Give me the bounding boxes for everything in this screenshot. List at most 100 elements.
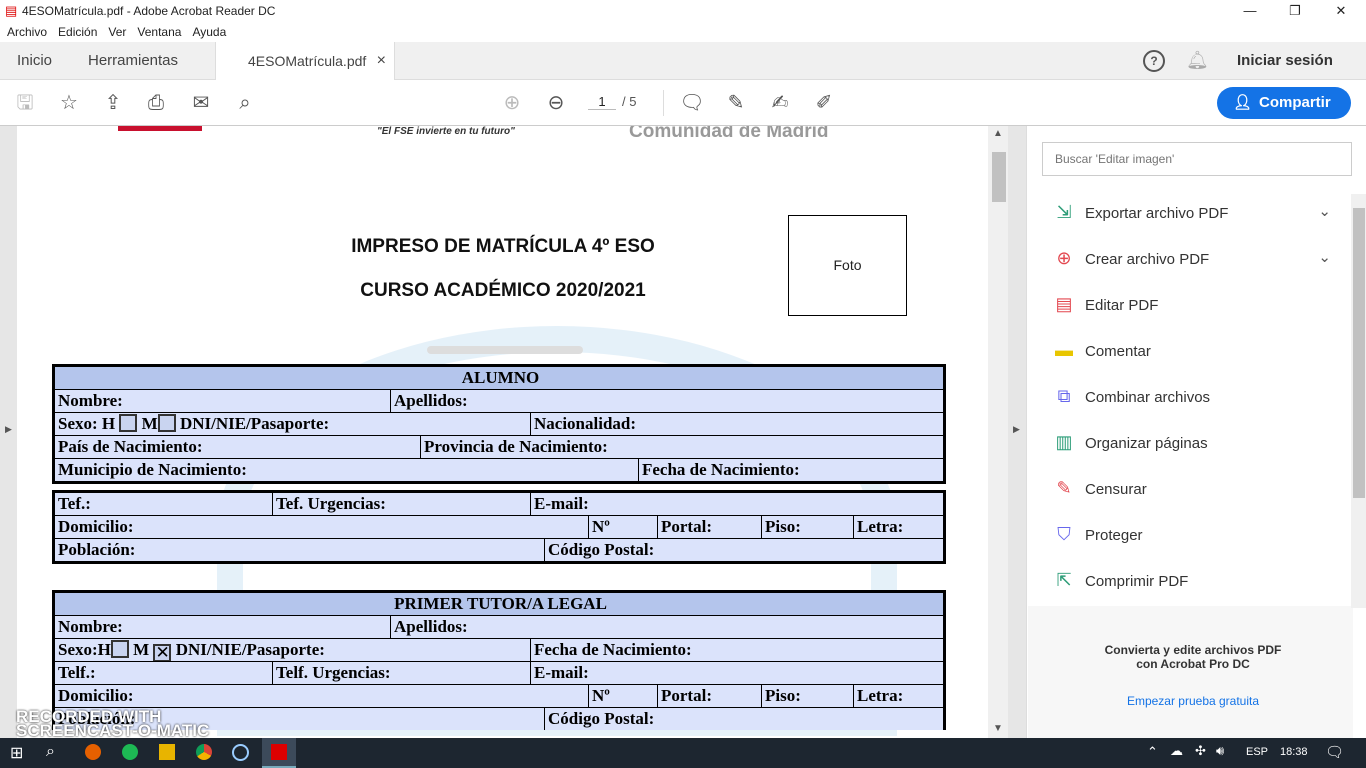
menu-edicion[interactable]: Edición <box>58 25 97 39</box>
minimize-button[interactable]: — <box>1227 0 1273 22</box>
help-icon[interactable]: ? <box>1143 50 1165 72</box>
search-icon[interactable]: ⌕ <box>46 743 55 761</box>
document-scrollbar[interactable]: ▲ ▼ <box>988 126 1008 738</box>
tool-export-pdf[interactable]: ⇲ Exportar archivo PDF ⌄ <box>1051 197 1331 227</box>
tool-create-pdf[interactable]: ⊕ Crear archivo PDF ⌄ <box>1051 243 1331 273</box>
menu-ventana[interactable]: Ventana <box>137 25 181 39</box>
scroll-up-icon[interactable]: ▲ <box>993 128 1003 139</box>
alumno-nombre-field[interactable]: Nombre: <box>55 390 390 412</box>
panel-scrollbar-thumb[interactable] <box>1353 208 1365 498</box>
save-icon[interactable]: 🖫 <box>12 90 38 116</box>
email-icon[interactable]: ✉ <box>188 90 214 116</box>
onedrive-cloud-icon[interactable]: ☁ <box>1170 743 1183 759</box>
tutor-sexo-dni-field[interactable]: Sexo:H M ✕ DNI/NIE/Pasaporte: <box>55 639 530 661</box>
tool-organize[interactable]: ▥ Organizar páginas <box>1051 427 1331 457</box>
windows-start-icon[interactable]: ⊞ <box>10 743 23 763</box>
clock[interactable]: 18:38 <box>1280 746 1308 758</box>
firefox-icon[interactable] <box>85 744 101 760</box>
upload-cloud-icon[interactable]: ⇪ <box>100 90 126 116</box>
tool-redact[interactable]: ✎ Censurar <box>1051 473 1331 503</box>
dropbox-icon[interactable]: ✣ <box>1195 743 1206 759</box>
tutor-apellidos-field[interactable]: Apellidos: <box>391 616 943 638</box>
alumno-municipio-field[interactable]: Municipio de Nacimiento: <box>55 459 638 481</box>
close-button[interactable]: ✕ <box>1318 0 1364 22</box>
alumno-fecha-field[interactable]: Fecha de Nacimiento: <box>639 459 943 481</box>
page-number-input[interactable]: 1 <box>588 94 616 110</box>
tutor-nombre-field[interactable]: Nombre: <box>55 616 390 638</box>
file-explorer-icon[interactable] <box>159 744 175 760</box>
tutor-num-field[interactable]: Nº <box>589 685 657 707</box>
next-page-icon[interactable]: ⊖ <box>543 90 569 116</box>
show-hidden-icons[interactable]: ⌃ <box>1147 744 1158 760</box>
tutor-domicilio-field[interactable]: Domicilio: <box>55 685 588 707</box>
sexo-m-checkbox[interactable] <box>157 414 176 432</box>
alumno-poblacion-field[interactable]: Población: <box>55 539 544 561</box>
fill-sign-icon[interactable]: ✐ <box>811 90 837 116</box>
tutor-tel-field[interactable]: Telf.: <box>55 662 272 684</box>
tool-compress[interactable]: ⇱ Comprimir PDF <box>1051 565 1331 595</box>
alumno-pais-field[interactable]: País de Nacimiento: <box>55 436 420 458</box>
alumno-piso-field[interactable]: Piso: <box>762 516 853 538</box>
tab-herramientas[interactable]: Herramientas <box>88 42 178 80</box>
alumno-email-field[interactable]: E-mail: <box>531 493 943 515</box>
print-icon[interactable]: ⎙ <box>143 90 169 116</box>
tool-combine[interactable]: ⧉ Combinar archivos <box>1051 381 1331 411</box>
sign-in-link[interactable]: Iniciar sesión <box>1237 42 1333 80</box>
notifications-icon[interactable]: 🗨︎ <box>1325 743 1344 761</box>
free-trial-link[interactable]: Empezar prueba gratuita <box>1093 694 1293 708</box>
sexo-h-checkbox[interactable] <box>110 640 129 658</box>
acrobat-taskbar-button[interactable] <box>262 738 296 768</box>
highlight-pen-icon[interactable]: ✎ <box>723 90 749 116</box>
tab-inicio[interactable]: Inicio <box>17 42 52 80</box>
tab-document[interactable]: 4ESOMatrícula.pdf × <box>215 42 395 80</box>
volume-icon[interactable]: 🔊︎ <box>1216 743 1224 759</box>
screencast-app-icon[interactable] <box>232 744 249 761</box>
menu-ayuda[interactable]: Ayuda <box>192 25 226 39</box>
alumno-num-field[interactable]: Nº <box>589 516 657 538</box>
alumno-tel-urg-field[interactable]: Tef. Urgencias: <box>273 493 530 515</box>
bookmark-star-icon[interactable]: ☆ <box>56 90 82 116</box>
bell-icon[interactable]: 🔔︎ <box>1186 50 1209 71</box>
chevron-down-icon[interactable]: ⌄ <box>1318 197 1331 227</box>
comment-icon[interactable]: 🗨︎ <box>679 90 705 116</box>
alumno-nacionalidad-field[interactable]: Nacionalidad: <box>531 413 943 435</box>
share-button[interactable]: 👤︎ Compartir <box>1217 87 1351 119</box>
chevron-down-icon[interactable]: ⌄ <box>1318 243 1331 273</box>
tutor-fecha-field[interactable]: Fecha de Nacimiento: <box>531 639 943 661</box>
alumno-domicilio-field[interactable]: Domicilio: <box>55 516 588 538</box>
left-panel-toggle[interactable]: ▶ <box>0 126 17 738</box>
tool-comment[interactable]: ▬ Comentar <box>1051 335 1331 365</box>
chrome-icon[interactable] <box>196 744 212 760</box>
tool-protect[interactable]: ⛉ Proteger <box>1051 519 1331 549</box>
tutor-piso-field[interactable]: Piso: <box>762 685 853 707</box>
sexo-h-checkbox[interactable] <box>119 414 138 432</box>
tutor-letra-field[interactable]: Letra: <box>854 685 943 707</box>
alumno-portal-field[interactable]: Portal: <box>658 516 761 538</box>
tool-edit-pdf[interactable]: ▤ Editar PDF <box>1051 289 1331 319</box>
alumno-apellidos-field[interactable]: Apellidos: <box>391 390 943 412</box>
restore-button[interactable]: ❐ <box>1272 0 1318 22</box>
scrollbar-thumb[interactable] <box>992 152 1006 202</box>
previous-page-icon[interactable]: ⊕ <box>499 90 525 116</box>
tutor-cp-field[interactable]: Código Postal: <box>545 708 943 730</box>
sign-icon[interactable]: ✍︎ <box>767 90 793 116</box>
menu-archivo[interactable]: Archivo <box>7 25 47 39</box>
scroll-down-icon[interactable]: ▼ <box>993 723 1003 734</box>
alumno-letra-field[interactable]: Letra: <box>854 516 943 538</box>
sexo-m-checkbox[interactable]: ✕ <box>153 644 172 661</box>
alumno-sexo-dni-field[interactable]: Sexo: H M DNI/NIE/Pasaporte: <box>55 413 530 435</box>
spotify-icon[interactable] <box>122 744 138 760</box>
find-icon[interactable]: ⌕ <box>232 90 258 116</box>
alumno-tel-field[interactable]: Tef.: <box>55 493 272 515</box>
close-tab-icon[interactable]: × <box>377 42 386 80</box>
tutor-portal-field[interactable]: Portal: <box>658 685 761 707</box>
tutor-tel-urg-field[interactable]: Telf. Urgencias: <box>273 662 530 684</box>
language-indicator[interactable]: ESP <box>1246 746 1268 758</box>
alumno-provincia-field[interactable]: Provincia de Nacimiento: <box>421 436 943 458</box>
panel-scrollbar[interactable] <box>1351 194 1366 608</box>
tutor-email-field[interactable]: E-mail: <box>531 662 943 684</box>
menu-ver[interactable]: Ver <box>108 25 126 39</box>
tools-search-input[interactable] <box>1042 142 1352 176</box>
alumno-cp-field[interactable]: Código Postal: <box>545 539 943 561</box>
right-panel-toggle[interactable]: ▶ <box>1008 126 1026 738</box>
